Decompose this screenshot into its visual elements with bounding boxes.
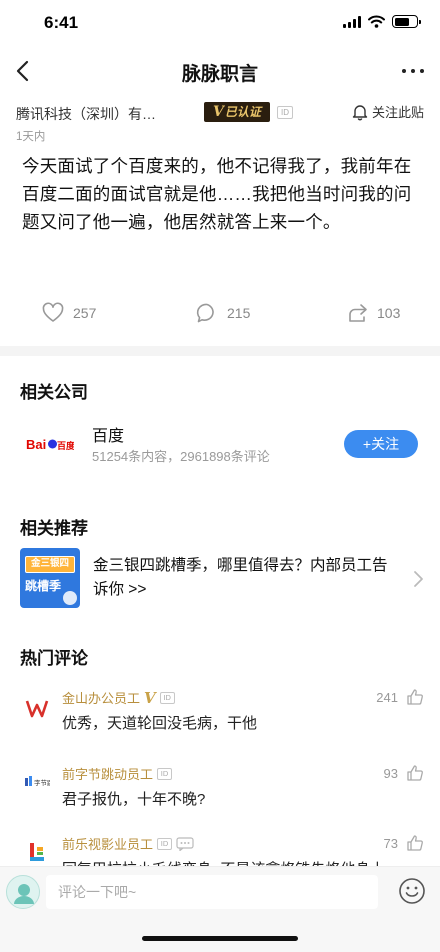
recommend-thumbnail: 金三银四 跳槽季: [20, 548, 80, 608]
thumbs-up-icon[interactable]: [406, 764, 424, 782]
comment-button[interactable]: 215: [196, 302, 250, 324]
id-badge: ID: [157, 767, 173, 780]
like-count: 257: [73, 305, 97, 321]
post-time: 1天内: [16, 131, 46, 143]
recommend-text: 金三银四跳槽季，哪里值得去？内部员工告诉你 >>: [93, 557, 388, 598]
post-content: 今天面试了个百度来的，他不记得我了，我前年在百度二面的面试官就是他……我把他当时…: [22, 156, 412, 232]
company-name: 百度: [92, 428, 125, 445]
svg-text:百度: 百度: [57, 440, 74, 452]
svg-text:Bai: Bai: [26, 437, 46, 452]
company-stats: 51254条内容，2961898条评论: [92, 449, 270, 464]
share-arrow-icon: [349, 304, 367, 322]
baidu-logo-icon: Bai 百度: [26, 437, 74, 452]
comment-like-count: 73: [383, 836, 398, 851]
id-badge: ID: [157, 837, 173, 850]
comment-author[interactable]: 前字节跳动员工 ID: [62, 764, 173, 783]
comment-like-count: 241: [376, 690, 398, 705]
page-title: 脉脉职言: [181, 64, 258, 85]
bytedance-logo-icon: 字节跳动: [25, 776, 50, 787]
comment-author[interactable]: 金山办公员工 V ID: [62, 688, 175, 707]
comment-author[interactable]: 前乐视影业员工 ID: [62, 834, 194, 853]
share-count: 103: [377, 305, 401, 321]
wps-logo-icon: [25, 700, 49, 718]
comment-text: 君子报仇，十年不晚?: [62, 791, 206, 808]
comment-like-count: 93: [383, 766, 398, 781]
follow-post-button[interactable]: 关注此贴: [351, 102, 424, 121]
user-avatar-icon: [14, 884, 34, 904]
post-actions: 257 215 103: [0, 302, 440, 332]
person-icon: [63, 591, 77, 605]
verified-v-icon: V: [144, 688, 156, 707]
heart-icon: [42, 302, 64, 322]
battery-icon: [392, 15, 421, 28]
comment-count: 215: [227, 305, 251, 321]
chat-icon: [176, 836, 194, 851]
status-icons: [343, 15, 421, 28]
comment-input[interactable]: 评论一下吧~: [46, 875, 378, 909]
wifi-icon: [368, 15, 385, 28]
more-horizontal-icon[interactable]: [398, 57, 428, 85]
like-button[interactable]: 257: [42, 302, 96, 324]
section-divider: [0, 346, 440, 356]
home-indicator: [142, 936, 298, 941]
related-company-title: 相关公司: [20, 383, 88, 402]
recommend-card[interactable]: 金三银四 跳槽季 金三银四跳槽季，哪里值得去？内部员工告诉你 >>: [20, 548, 424, 612]
status-bar: 6:41: [0, 0, 440, 48]
post-author-row: 腾讯科技（深圳）有… V已认证 ID 关注此贴: [16, 100, 424, 126]
letv-logo-icon: [30, 843, 44, 861]
follow-company-button[interactable]: +关注: [344, 430, 418, 458]
follow-post-label: 关注此贴: [371, 105, 424, 120]
cellular-signal-icon: [343, 15, 361, 28]
id-badge: ID: [159, 691, 175, 704]
comment-bubble-icon: [196, 303, 214, 323]
verified-badge: V已认证: [204, 102, 270, 122]
related-company-card[interactable]: Bai 百度 百度 51254条内容，2961898条评论 +关注: [24, 420, 420, 468]
thumbs-up-icon[interactable]: [406, 834, 424, 852]
comment-text: 优秀，天道轮回没毛病，干他: [62, 715, 258, 732]
svg-text:字节跳动: 字节跳动: [34, 778, 50, 787]
chevron-right-icon: [414, 571, 423, 587]
emoji-icon[interactable]: [398, 877, 426, 905]
post-author-name[interactable]: 腾讯科技（深圳）有…: [16, 104, 156, 124]
status-time: 6:41: [44, 13, 79, 32]
avatar[interactable]: [6, 875, 40, 909]
bell-icon: [352, 104, 368, 120]
nav-bar: 脉脉职言: [0, 48, 440, 94]
share-button[interactable]: 103: [346, 302, 400, 324]
recommend-title: 相关推荐: [20, 519, 88, 538]
thumbs-up-icon[interactable]: [406, 688, 424, 706]
id-badge: ID: [277, 106, 293, 119]
hot-comments-title: 热门评论: [20, 649, 88, 668]
